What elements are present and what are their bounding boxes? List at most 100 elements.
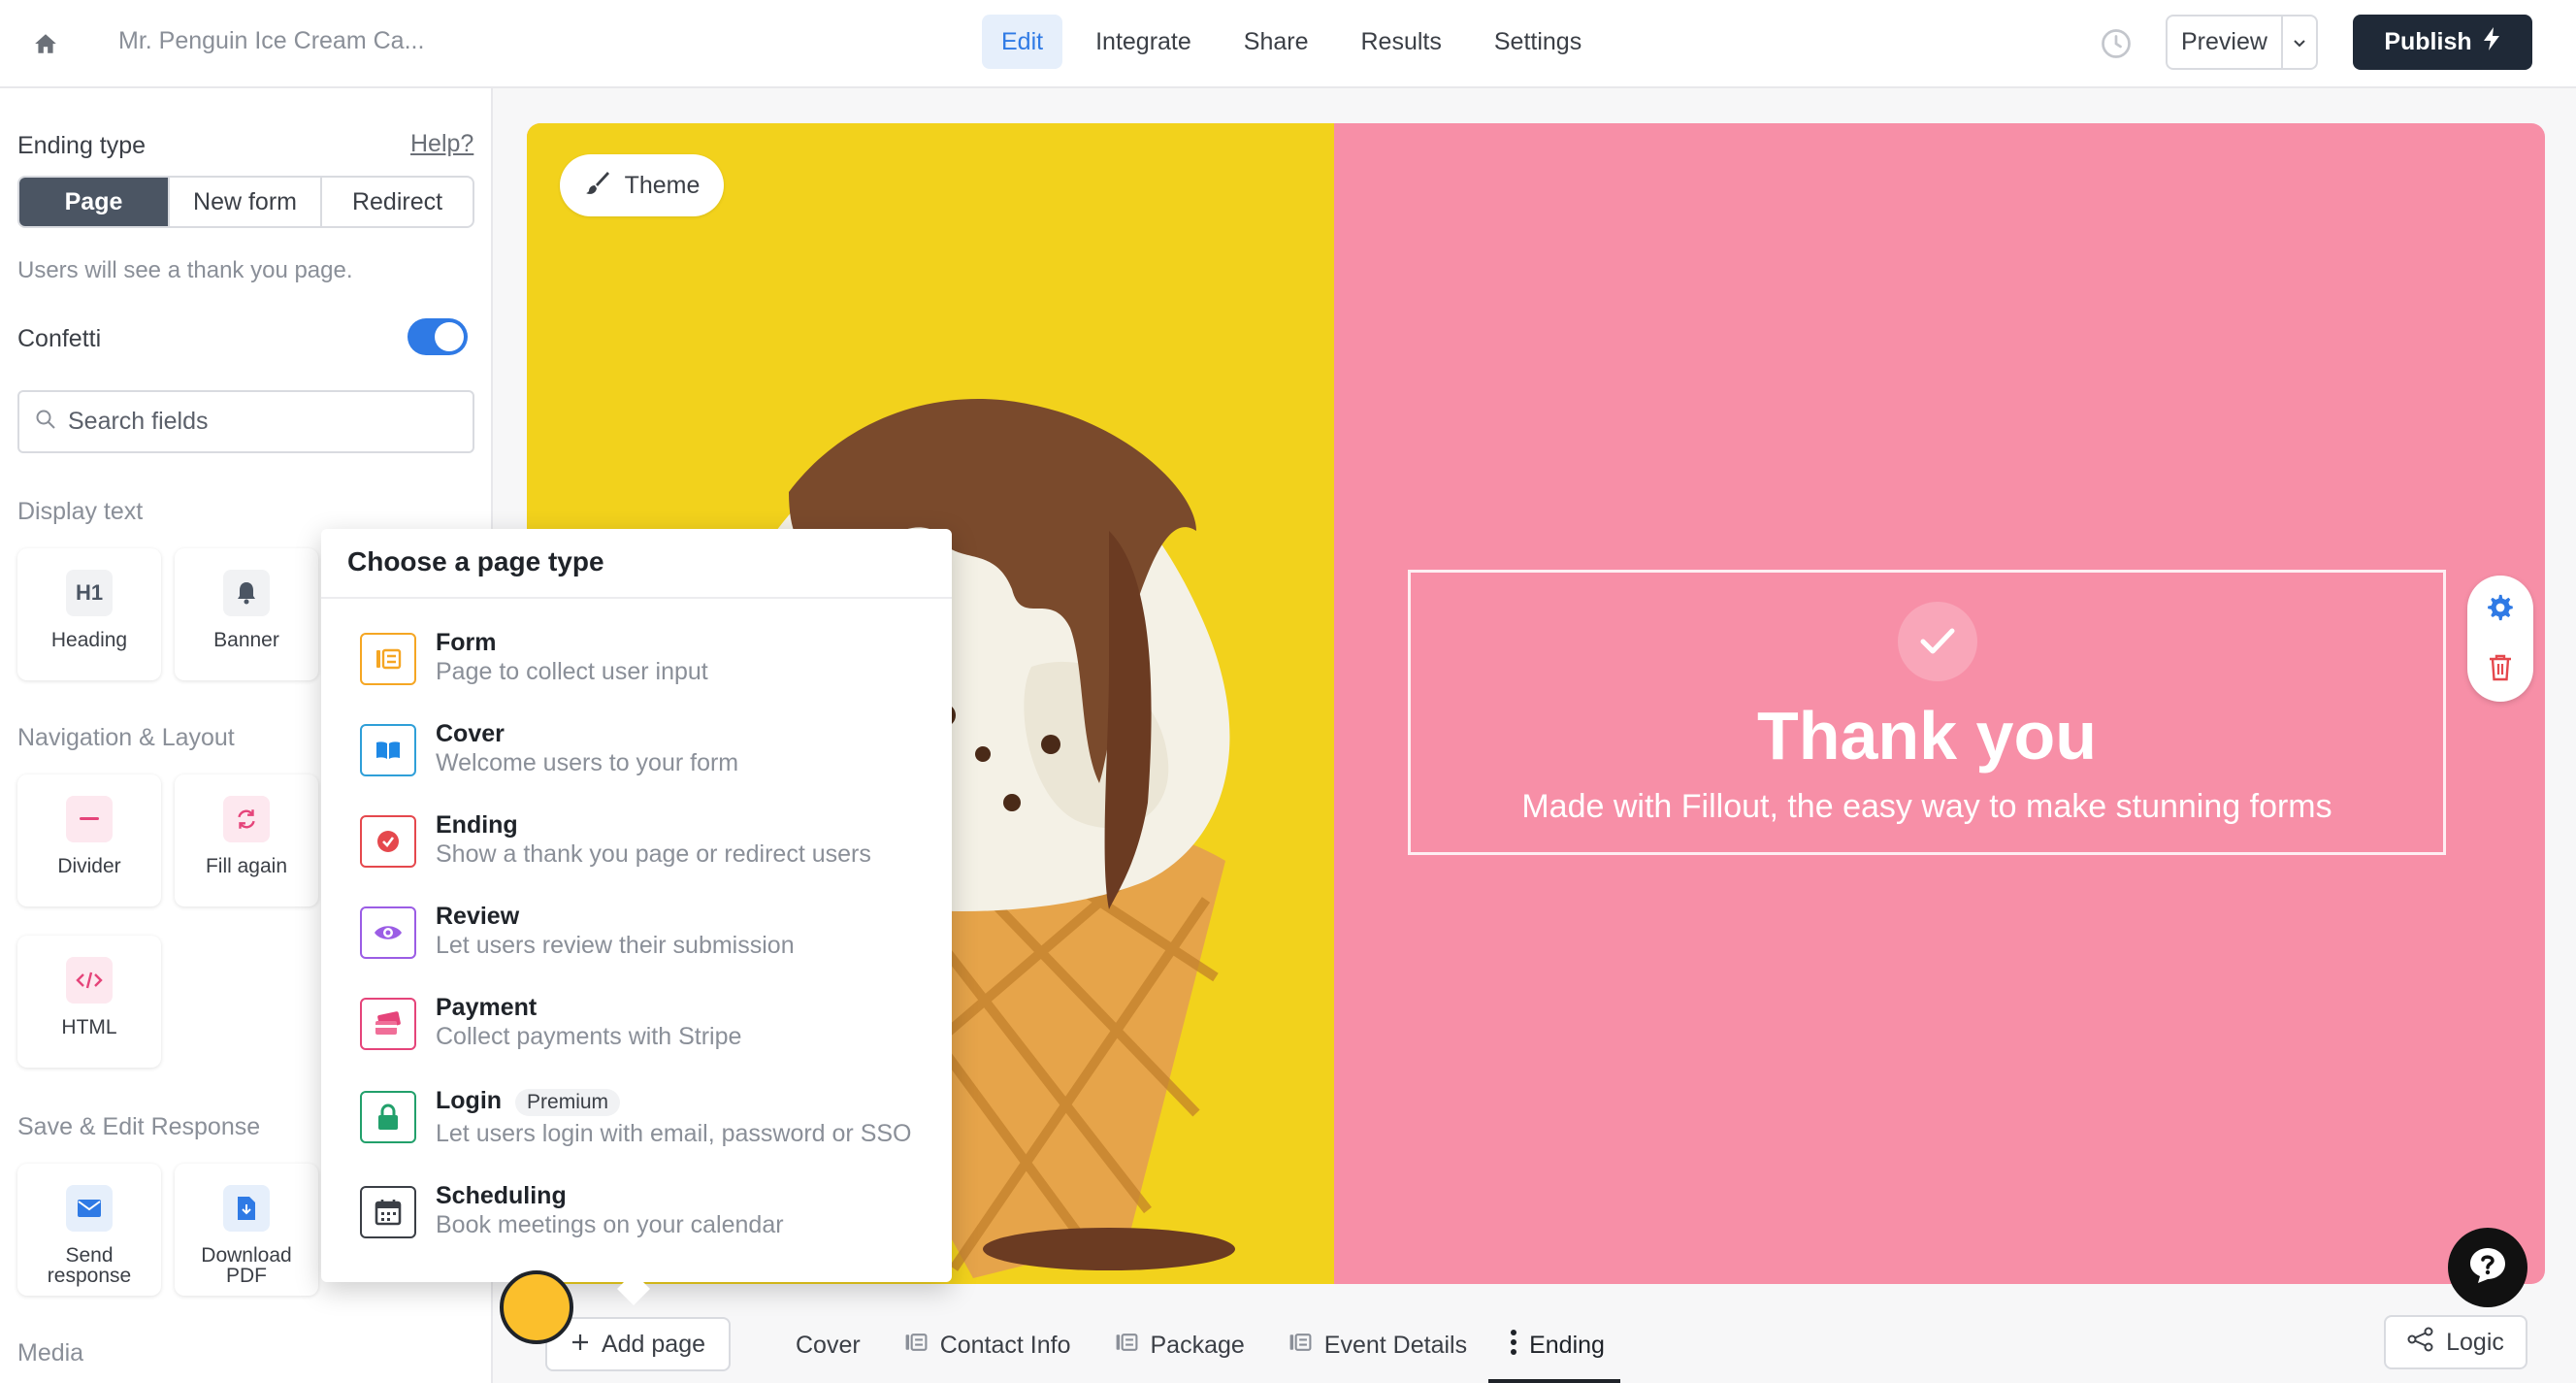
page-type-name: Ending (436, 811, 518, 839)
question-icon (2466, 1244, 2509, 1292)
page-type-form[interactable]: Form Page to collect user input (360, 629, 942, 693)
preview-button[interactable]: Preview (2168, 16, 2283, 68)
add-page-label: Add page (601, 1330, 706, 1358)
section-navigation: Navigation & Layout (17, 724, 235, 751)
ending-option-new-form[interactable]: New form (170, 178, 322, 226)
page-type-desc: Let users review their submission (436, 932, 795, 959)
page-type-name: Scheduling (436, 1182, 567, 1209)
payment-icon (360, 998, 416, 1050)
bell-icon (223, 570, 270, 616)
tile-label: Fill again (205, 855, 288, 877)
theme-label: Theme (624, 171, 701, 199)
trash-icon[interactable] (2487, 653, 2514, 687)
page-tab-contact-info[interactable]: Contact Info (903, 1320, 1071, 1370)
page-type-cover[interactable]: Cover Welcome users to your form (360, 720, 942, 784)
lightning-icon (2482, 26, 2501, 58)
lock-icon (360, 1091, 416, 1143)
tile-label: Banner (213, 629, 279, 651)
gear-icon[interactable] (2486, 593, 2515, 627)
calendar-icon (360, 1186, 416, 1238)
search-input[interactable] (68, 408, 437, 436)
page-tab-label: Ending (1529, 1331, 1605, 1359)
tile-download-pdf[interactable]: Download PDF (175, 1164, 318, 1296)
add-page-button[interactable]: Add page (545, 1317, 731, 1371)
section-display-text: Display text (17, 498, 144, 525)
divider-icon (66, 796, 113, 842)
tile-fill-again[interactable]: Fill again (175, 774, 318, 906)
tab-edit[interactable]: Edit (982, 15, 1063, 69)
ending-icon (360, 815, 416, 868)
page-type-ending[interactable]: Ending Show a thank you page or redirect… (360, 811, 942, 875)
mail-icon (66, 1185, 113, 1232)
chevron-down-icon[interactable] (2283, 16, 2316, 68)
theme-button[interactable]: Theme (560, 154, 724, 216)
tile-banner[interactable]: Banner (175, 548, 318, 680)
check-icon (1898, 602, 1977, 681)
tile-label: Heading (50, 629, 128, 651)
tile-label: Download PDF (201, 1244, 292, 1287)
page-type-name-text: Login (436, 1087, 503, 1114)
tile-html[interactable]: HTML (17, 936, 161, 1068)
page-type-name: Login Premium (436, 1087, 621, 1116)
brush-icon (584, 169, 611, 203)
page-tab-cover[interactable]: Cover (796, 1320, 861, 1370)
thank-you-title[interactable]: Thank you (1411, 697, 2443, 774)
plus-icon (571, 1331, 590, 1359)
page-tab-label: Cover (796, 1331, 861, 1359)
pdf-icon (223, 1185, 270, 1232)
page-type-review[interactable]: Review Let users review their submission (360, 903, 942, 967)
page-type-name: Review (436, 903, 520, 930)
page-tab-label: Event Details (1323, 1331, 1468, 1359)
page-tab-package[interactable]: Package (1114, 1320, 1245, 1370)
click-indicator (500, 1270, 573, 1344)
tab-results[interactable]: Results (1342, 15, 1461, 69)
top-bar: Mr. Penguin Ice Cream Ca... Edit Integra… (0, 0, 2576, 88)
form-title[interactable]: Mr. Penguin Ice Cream Ca... (118, 27, 424, 55)
main-nav: Edit Integrate Share Results Settings (982, 15, 1614, 69)
ending-option-redirect[interactable]: Redirect (322, 178, 473, 226)
confetti-toggle[interactable] (408, 318, 468, 355)
tile-heading[interactable]: H1 Heading (17, 548, 161, 680)
popup-title: Choose a page type (347, 546, 604, 576)
ending-block[interactable]: Thank you Made with Fillout, the easy wa… (1408, 570, 2446, 855)
tab-share[interactable]: Share (1224, 15, 1328, 69)
page-type-desc: Let users login with email, password or … (436, 1120, 912, 1147)
page-type-payment[interactable]: Payment Collect payments with Stripe (360, 994, 942, 1058)
page-type-name: Form (436, 629, 497, 656)
share-nodes-icon (2407, 1327, 2434, 1359)
tile-label: HTML (61, 1016, 117, 1038)
logic-button[interactable]: Logic (2384, 1315, 2527, 1369)
page-type-popup: Choose a page type Form Page to collect … (321, 529, 952, 1282)
tile-divider[interactable]: Divider (17, 774, 161, 906)
publish-button[interactable]: Publish (2353, 15, 2532, 70)
confetti-label: Confetti (17, 325, 102, 352)
page-type-scheduling[interactable]: Scheduling Book meetings on your calenda… (360, 1182, 942, 1246)
page-type-name: Cover (436, 720, 505, 747)
tile-label: Divider (57, 855, 121, 877)
page-tab-label: Contact Info (939, 1331, 1071, 1359)
publish-label: Publish (2384, 28, 2472, 55)
page-tab-label: Package (1150, 1331, 1245, 1359)
eye-icon (360, 906, 416, 959)
ending-option-page[interactable]: Page (19, 178, 170, 226)
refresh-icon (223, 796, 270, 842)
page-tab-ending[interactable]: Ending (1488, 1320, 1620, 1383)
thank-you-subtitle[interactable]: Made with Fillout, the easy way to make … (1411, 788, 2443, 826)
tile-send-response[interactable]: Send response (17, 1164, 161, 1296)
section-media: Media (17, 1339, 84, 1367)
toggle-knob (435, 322, 464, 351)
history-icon[interactable] (2099, 26, 2134, 61)
premium-badge: Premium (515, 1089, 621, 1116)
page-type-login[interactable]: Login Premium Let users login with email,… (360, 1087, 942, 1151)
popup-divider (321, 597, 952, 599)
help-chat-button[interactable] (2448, 1228, 2527, 1307)
page-type-desc: Page to collect user input (436, 658, 708, 685)
form-page-icon (1114, 1332, 1139, 1360)
home-icon[interactable] (27, 25, 64, 62)
help-link[interactable]: Help? (410, 130, 473, 158)
form-page-icon (1288, 1332, 1313, 1360)
tab-integrate[interactable]: Integrate (1076, 15, 1211, 69)
tab-settings[interactable]: Settings (1475, 15, 1601, 69)
page-tab-event-details[interactable]: Event Details (1288, 1320, 1467, 1370)
ending-type-label: Ending type (17, 132, 147, 159)
